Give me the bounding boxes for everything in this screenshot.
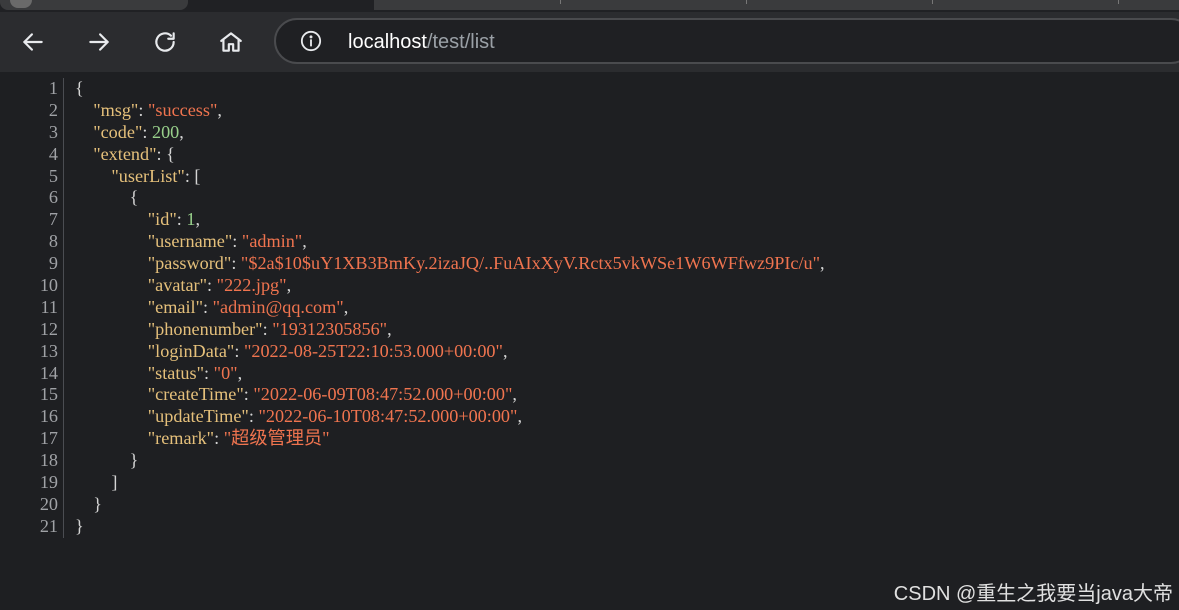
line-number: 20	[39, 493, 58, 514]
json-string: "$2a$10$uY1XB3BmKy.2izaJQ/..FuAIxXyV.Rct…	[240, 253, 821, 274]
json-line: "id": 1,	[147, 209, 200, 230]
json-string: "success"	[147, 99, 218, 120]
tab-strip	[0, 0, 1179, 12]
json-number: 200	[151, 121, 180, 142]
json-line: }	[129, 450, 139, 471]
line-number: 16	[39, 406, 58, 427]
json-line: {	[129, 187, 139, 208]
url-host: localhost	[348, 31, 427, 53]
json-line: "password": "$2a$10$uY1XB3BmKy.2izaJQ/..…	[147, 253, 825, 274]
line-number: 19	[39, 472, 58, 493]
forward-button[interactable]	[83, 26, 115, 58]
json-string: "0"	[213, 362, 238, 383]
line-number: 7	[48, 209, 58, 230]
json-key: "status"	[147, 362, 205, 383]
line-number: 4	[48, 143, 58, 164]
line-number: 3	[48, 121, 58, 142]
home-icon	[220, 32, 242, 52]
line-number: 14	[39, 362, 58, 383]
line-number: 11	[40, 296, 58, 317]
json-key: "updateTime"	[147, 406, 249, 427]
line-number: 8	[48, 231, 58, 252]
json-string: "超级管理员"	[223, 428, 330, 449]
line-number: 12	[39, 318, 58, 339]
reload-button[interactable]	[149, 26, 181, 58]
reload-icon	[155, 32, 175, 52]
line-number: 2	[48, 99, 58, 120]
json-key: "createTime"	[147, 384, 244, 405]
json-key: "extend"	[93, 143, 157, 164]
line-number: 10	[39, 275, 58, 296]
url-text[interactable]: localhost/test/list	[348, 31, 495, 54]
json-key: "msg"	[93, 99, 139, 120]
watermark-text: CSDN @重生之我要当java大帝	[893, 583, 1173, 605]
json-key: "id"	[147, 209, 177, 230]
json-key: "username"	[147, 231, 233, 252]
tab-inactive-group[interactable]	[374, 0, 1179, 10]
json-string: "2022-08-25T22:10:53.000+00:00"	[243, 340, 503, 361]
json-string: "2022-06-10T08:47:52.000+00:00"	[258, 406, 518, 427]
line-number: 18	[39, 450, 58, 471]
line-number: 9	[48, 253, 58, 274]
json-line: "email": "admin@qq.com",	[147, 296, 349, 317]
json-key: "userList"	[111, 165, 185, 186]
json-line: "remark": "超级管理员"	[147, 428, 330, 449]
json-line: "createTime": "2022-06-09T08:47:52.000+0…	[147, 384, 517, 405]
tab-favicon-icon	[10, 0, 32, 8]
json-key: "phonenumber"	[147, 318, 263, 339]
json-string: "222.jpg"	[216, 275, 287, 296]
line-number: 1	[48, 78, 58, 98]
tab-active[interactable]	[0, 0, 188, 10]
json-key: "remark"	[147, 428, 215, 449]
json-key: "password"	[147, 253, 232, 274]
json-line: "avatar": "222.jpg",	[147, 275, 292, 296]
json-line: "code": 200,	[93, 121, 184, 142]
address-bar[interactable]: localhost/test/list	[274, 18, 1179, 64]
json-line: "username": "admin",	[147, 231, 307, 252]
home-button[interactable]	[215, 26, 247, 58]
json-line: }	[75, 515, 84, 536]
json-line: "phonenumber": "19312305856",	[147, 318, 392, 339]
json-line: ]	[111, 472, 118, 493]
browser-toolbar: localhost/test/list	[0, 12, 1179, 72]
json-line: "msg": "success",	[93, 99, 222, 120]
json-code: { "msg": "success", "code": 200, "extend…	[75, 78, 825, 538]
json-key: "code"	[93, 121, 143, 142]
json-line: "status": "0",	[147, 362, 243, 383]
json-line: "loginData": "2022-08-25T22:10:53.000+00…	[147, 340, 508, 361]
json-key: "avatar"	[147, 275, 208, 296]
json-string: "admin"	[241, 231, 303, 252]
json-string: "admin@qq.com"	[212, 296, 344, 317]
json-line: "updateTime": "2022-06-10T08:47:52.000+0…	[147, 406, 522, 427]
arrow-right-icon	[89, 33, 109, 51]
json-string: "19312305856"	[272, 318, 388, 339]
back-button[interactable]	[17, 26, 49, 58]
json-key: "email"	[147, 296, 203, 317]
line-number: 13	[39, 340, 58, 361]
url-path: /test/list	[426, 31, 495, 53]
line-number: 5	[48, 165, 58, 186]
json-line: }	[93, 493, 102, 514]
line-number: 21	[39, 515, 58, 536]
json-key: "loginData"	[147, 340, 235, 361]
json-line: {	[75, 78, 84, 98]
info-icon[interactable]	[300, 30, 322, 52]
line-number: 6	[48, 187, 58, 208]
json-line: "userList": [	[111, 165, 201, 186]
arrow-left-icon	[23, 33, 43, 51]
line-number: 17	[39, 428, 58, 449]
line-number-gutter: 1 2 3 4 5 6 7 8 9 10 11 12 13 14 15 16 17 18 19 20 21	[0, 78, 64, 538]
line-number: 15	[39, 384, 58, 405]
json-string: "2022-06-09T08:47:52.000+00:00"	[253, 384, 513, 405]
json-line: "extend": {	[93, 143, 175, 164]
